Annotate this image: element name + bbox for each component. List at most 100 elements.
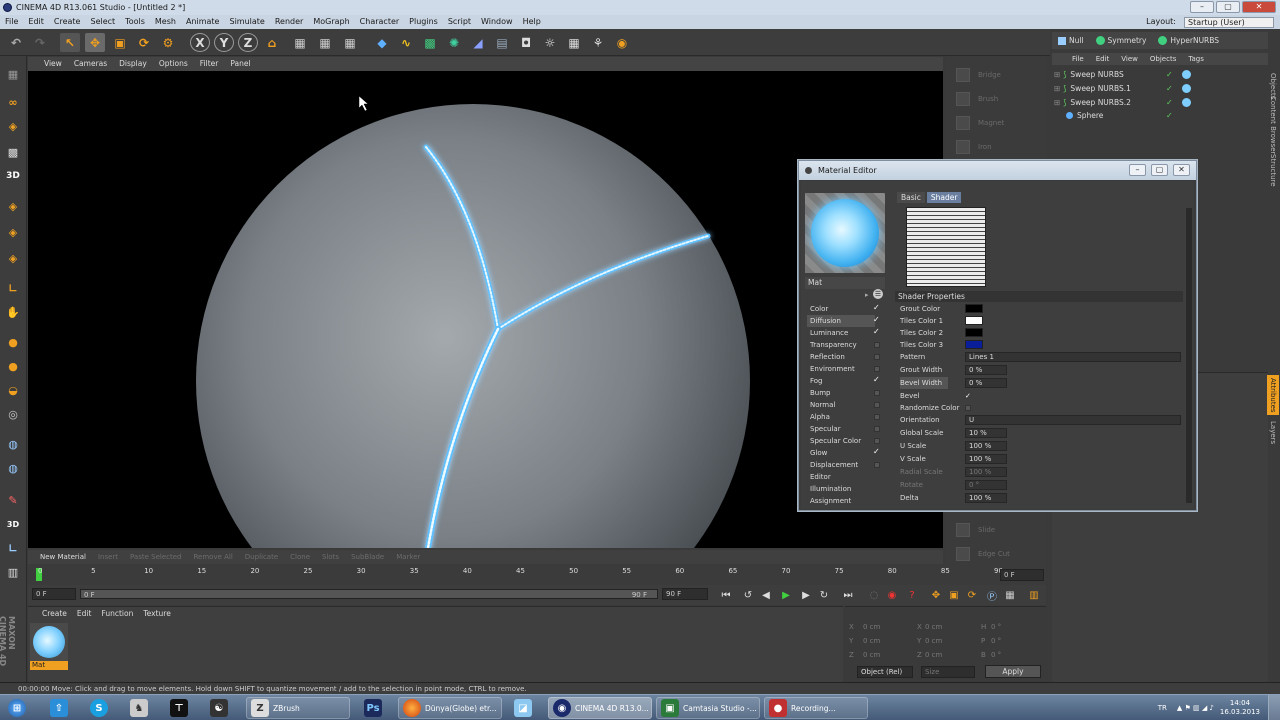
menu-animate[interactable]: Animate xyxy=(181,15,225,29)
channel-normal[interactable]: Normal xyxy=(807,399,880,411)
coordinate-mode-dropdown[interactable]: Object (Rel) xyxy=(857,666,913,678)
position-field[interactable]: 0 cm xyxy=(863,651,880,659)
close-button[interactable]: ✕ xyxy=(1242,1,1276,13)
channel-checkbox[interactable]: ✓ xyxy=(873,374,880,384)
channel-illumination[interactable]: Illumination xyxy=(807,483,875,495)
channel-assignment[interactable]: Assignment xyxy=(807,495,875,507)
prop-global-scale[interactable]: Global Scale 10 % xyxy=(897,427,1187,439)
tweak-mode-icon[interactable]: ✋ xyxy=(3,302,23,322)
move-icon[interactable]: ✥ xyxy=(85,33,105,52)
tab-attributes[interactable]: Attributes xyxy=(1267,375,1279,415)
color-swatch[interactable] xyxy=(965,304,983,313)
play-icon[interactable]: ▶ xyxy=(778,588,794,602)
tab-structure[interactable]: Structure xyxy=(1267,150,1279,190)
color-swatch[interactable] xyxy=(965,340,983,349)
v-scale-input[interactable]: 100 % xyxy=(965,454,1007,464)
material-preview[interactable] xyxy=(805,193,885,273)
rotate-icon[interactable]: ⟳ xyxy=(134,33,154,52)
snap-settings-icon[interactable]: ◍ xyxy=(3,458,23,478)
bevel-width-input[interactable]: 0 % xyxy=(965,378,1007,388)
end-frame-field[interactable]: 90 F xyxy=(662,588,708,600)
slide-tool[interactable]: Slide xyxy=(950,520,1042,540)
expand-icon[interactable]: ⊞ xyxy=(1054,68,1060,81)
menu-file[interactable]: File xyxy=(0,15,23,29)
channel-checkbox[interactable] xyxy=(874,354,880,360)
prop-randomize-color[interactable]: Randomize Color xyxy=(897,402,1187,414)
clock[interactable]: 14:04 16.03.2013 xyxy=(1220,699,1260,717)
om-menu-edit[interactable]: Edit xyxy=(1090,53,1116,65)
range-slider[interactable]: 0 F 90 F xyxy=(80,589,658,599)
task-cinema4d[interactable]: ◉ CINEMA 4D R13.0... xyxy=(548,697,652,719)
menu-script[interactable]: Script xyxy=(443,15,476,29)
start-frame-field[interactable]: 0 F xyxy=(32,588,76,600)
current-frame-field[interactable]: 0 F xyxy=(1000,569,1044,581)
channel-luminance[interactable]: Luminance ✓ xyxy=(807,327,880,339)
rotation-field[interactable]: 0 ° xyxy=(991,651,1001,659)
material-thumbnail[interactable] xyxy=(30,623,68,661)
coordinate-system-icon[interactable]: ⌂ xyxy=(262,33,282,52)
recent-tools-icon[interactable]: ⚙ xyxy=(158,33,178,52)
next-frame-icon[interactable]: ▶ xyxy=(798,588,814,602)
duplicate-button[interactable]: Duplicate xyxy=(239,550,284,564)
prop-u-scale[interactable]: U Scale 100 % xyxy=(897,440,1187,452)
array-icon[interactable]: ✺ xyxy=(444,33,464,52)
object-row-sweep-nurbs-2[interactable]: ⊞ ⟆ Sweep NURBS.2 ✓ xyxy=(1054,96,1268,109)
timeline-window-icon[interactable]: ▥ xyxy=(1026,588,1042,602)
menu-character[interactable]: Character xyxy=(355,15,405,29)
points-mode-icon[interactable]: ◈ xyxy=(3,196,23,216)
channel-checkbox[interactable]: ✓ xyxy=(873,326,880,336)
channel-color[interactable]: Color ✓ xyxy=(807,303,880,315)
properties-scrollbar[interactable] xyxy=(1186,208,1192,503)
menu-select[interactable]: Select xyxy=(85,15,120,29)
remove-all-button[interactable]: Remove All xyxy=(187,550,238,564)
subblade-button[interactable]: SubBlade xyxy=(345,550,390,564)
timeline-ruler[interactable]: 0 5 10 15 20 25 30 35 40 45 50 55 60 65 70 75 80 85 90 0 F xyxy=(28,565,1046,585)
material-tag-icon[interactable] xyxy=(1182,84,1191,93)
color-swatch[interactable] xyxy=(965,328,983,337)
grout-width-input[interactable]: 0 % xyxy=(965,365,1007,375)
material-name-label[interactable]: Mat xyxy=(30,661,68,670)
layout-toggle-icon[interactable]: ▥ xyxy=(3,562,23,582)
nurbs-icon[interactable]: ▩ xyxy=(420,33,440,52)
prev-key-icon[interactable]: ↺ xyxy=(740,588,756,602)
material-editor-titlebar[interactable]: Material Editor – ▢ ✕ xyxy=(799,161,1196,180)
tray-icons[interactable]: ▲ ⚑ ▥ ◢ ♪ xyxy=(1177,704,1214,712)
object-row-sweep-nurbs[interactable]: ⊞ ⟆ Sweep NURBS ✓ xyxy=(1054,68,1268,81)
viewport-menu-panel[interactable]: Panel xyxy=(224,57,256,71)
scale-icon[interactable]: ▣ xyxy=(110,33,130,52)
size-mode-dropdown[interactable]: Size xyxy=(921,666,975,678)
channel-checkbox[interactable] xyxy=(874,438,880,444)
me-maximize-button[interactable]: ▢ xyxy=(1151,164,1168,176)
taskbar-pin-skype[interactable]: S xyxy=(86,697,112,719)
render-picture-viewer-icon[interactable]: ▦ xyxy=(315,33,335,52)
insert-button[interactable]: Insert xyxy=(92,550,124,564)
mm-menu-texture[interactable]: Texture xyxy=(143,609,170,618)
menu-mograph[interactable]: MoGraph xyxy=(308,15,354,29)
soft-selection-icon[interactable]: ◎ xyxy=(3,404,23,424)
show-desktop-button[interactable] xyxy=(1268,695,1280,720)
undo-icon[interactable]: ↶ xyxy=(6,33,26,52)
pla-key-icon[interactable]: ▦ xyxy=(1002,588,1018,602)
minimize-button[interactable]: – xyxy=(1190,1,1214,13)
tab-layers[interactable]: Layers xyxy=(1267,418,1279,448)
position-field[interactable]: 0 cm xyxy=(863,637,880,645)
taskbar-pin-app3[interactable]: ⊤ xyxy=(166,697,192,719)
render-region-icon[interactable]: ◉ xyxy=(612,33,632,52)
sphere-tool-icon[interactable]: ● xyxy=(3,332,23,352)
x-axis-lock-icon[interactable]: X xyxy=(190,33,210,52)
randomize-color-checkbox[interactable] xyxy=(965,405,971,411)
mm-menu-function[interactable]: Function xyxy=(101,609,133,618)
viewport-menu-options[interactable]: Options xyxy=(153,57,194,71)
menu-mesh[interactable]: Mesh xyxy=(150,15,181,29)
paste-selected-button[interactable]: Paste Selected xyxy=(124,550,187,564)
channel-transparency[interactable]: Transparency xyxy=(807,339,880,351)
layout-dropdown[interactable]: Startup (User) xyxy=(1184,16,1274,28)
cube-icon[interactable]: ◆ xyxy=(372,33,392,52)
redo-icon[interactable]: ↷ xyxy=(30,33,50,52)
sculpt-icon[interactable]: ✎ xyxy=(3,490,23,510)
channel-arrow-icon[interactable]: ▸ xyxy=(865,291,869,299)
snap-icon[interactable]: ◍ xyxy=(3,434,23,454)
bridge-tool[interactable]: Bridge xyxy=(950,65,1042,85)
prop-grout-width[interactable]: Grout Width 0 % xyxy=(897,364,1187,376)
prop-pattern[interactable]: Pattern Lines 1 xyxy=(897,351,1187,363)
